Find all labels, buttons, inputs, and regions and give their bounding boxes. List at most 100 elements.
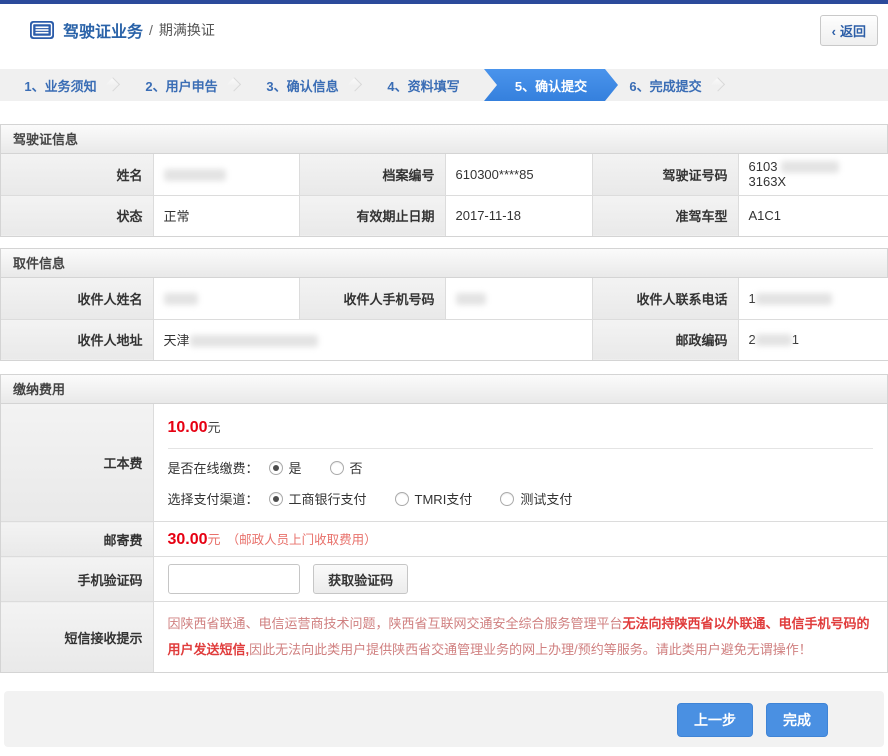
table-row: 收件人地址 天津 邮政编码 21 bbox=[1, 319, 888, 360]
pay-channel-row: 选择支付渠道： 工商银行支付 TMRI支付 测试支付 bbox=[154, 480, 888, 521]
table-row: 状态 正常 有效期止日期 2017-11-18 准驾车型 A1C1 bbox=[1, 195, 888, 236]
license-section-title: 驾驶证信息 bbox=[1, 125, 887, 154]
work-fee-label: 工本费 bbox=[1, 404, 153, 522]
radio-checked-icon[interactable] bbox=[269, 461, 283, 475]
channel-tmri-label: TMRI支付 bbox=[415, 489, 473, 508]
work-fee-unit: 元 bbox=[208, 420, 221, 435]
table-row: 短信接收提示 因陕西省联通、电信运营商技术问题，陕西省互联网交通安全综合服务管理… bbox=[1, 602, 887, 673]
license-info-table: 姓名 档案编号 610300****85 驾驶证号码 6103 3163X 状态… bbox=[1, 154, 888, 236]
captcha-label: 手机验证码 bbox=[1, 557, 153, 602]
redacted-blur bbox=[456, 293, 486, 305]
radio-checked-icon[interactable] bbox=[269, 492, 283, 506]
status-label: 状态 bbox=[1, 195, 153, 236]
license-number-label: 驾驶证号码 bbox=[592, 154, 738, 195]
redacted-blur bbox=[190, 335, 318, 347]
back-chevron-icon: ‹ bbox=[832, 24, 836, 39]
file-number-label: 档案编号 bbox=[299, 154, 445, 195]
channel-test-label: 测试支付 bbox=[520, 489, 572, 508]
step-wizard: 1、业务须知 2、用户申告 3、确认信息 4、资料填写 5、确认提交 6、完成提… bbox=[0, 69, 888, 101]
step-1-business-notice[interactable]: 1、业务须知 bbox=[0, 69, 121, 101]
recipient-mobile-value-redacted bbox=[445, 278, 592, 319]
table-row: 姓名 档案编号 610300****85 驾驶证号码 6103 3163X bbox=[1, 154, 888, 195]
pickup-section-title: 取件信息 bbox=[1, 249, 887, 278]
postage-amount: 30.00 bbox=[168, 531, 208, 548]
pickup-info-section: 取件信息 收件人姓名 收件人手机号码 收件人联系电话 1 收件人地址 天津 邮政… bbox=[0, 248, 888, 361]
fees-table: 工本费 10.00元 是否在线缴费： 是 否 选择支付渠道： 工商银行支付 TM… bbox=[1, 404, 887, 672]
online-pay-yes-option[interactable]: 是 bbox=[269, 458, 302, 477]
redacted-blur bbox=[756, 334, 792, 346]
work-fee-amount: 10.00 bbox=[168, 419, 208, 436]
table-row: 工本费 10.00元 是否在线缴费： 是 否 选择支付渠道： 工商银行支付 TM… bbox=[1, 404, 887, 522]
radio-unchecked-icon[interactable] bbox=[395, 492, 409, 506]
valid-until-label: 有效期止日期 bbox=[299, 195, 445, 236]
step-3-confirm-info[interactable]: 3、确认信息 bbox=[242, 69, 363, 101]
status-value: 正常 bbox=[153, 195, 299, 236]
document-list-icon bbox=[30, 21, 54, 39]
postage-fee-label: 邮寄费 bbox=[1, 522, 153, 557]
postcode-label: 邮政编码 bbox=[592, 319, 738, 360]
channel-icbc-label: 工商银行支付 bbox=[289, 489, 367, 508]
redacted-blur bbox=[756, 293, 832, 305]
redacted-blur bbox=[164, 293, 198, 305]
pickup-info-table: 收件人姓名 收件人手机号码 收件人联系电话 1 收件人地址 天津 邮政编码 21 bbox=[1, 278, 888, 360]
page-header: 驾驶证业务 / 期满换证 ‹ 返回 bbox=[0, 4, 888, 56]
step-5-confirm-submit-active[interactable]: 5、确认提交 bbox=[484, 69, 618, 101]
valid-until-value: 2017-11-18 bbox=[445, 195, 592, 236]
vehicle-class-value: A1C1 bbox=[738, 195, 888, 236]
fees-section: 缴纳费用 工本费 10.00元 是否在线缴费： 是 否 选择支付渠道： bbox=[0, 374, 888, 673]
recipient-address-value: 天津 bbox=[153, 319, 592, 360]
radio-unchecked-icon[interactable] bbox=[500, 492, 514, 506]
recipient-name-label: 收件人姓名 bbox=[1, 278, 153, 319]
online-pay-caption: 是否在线缴费： bbox=[168, 458, 259, 477]
finish-button[interactable]: 完成 bbox=[766, 703, 828, 737]
breadcrumb-current: 期满换证 bbox=[159, 20, 215, 40]
footer-action-bar: 上一步 完成 bbox=[4, 691, 884, 747]
step-2-user-declaration[interactable]: 2、用户申告 bbox=[121, 69, 242, 101]
online-pay-no-label: 否 bbox=[350, 458, 363, 477]
name-label: 姓名 bbox=[1, 154, 153, 195]
page-title[interactable]: 驾驶证业务 bbox=[63, 18, 143, 42]
work-fee-cell: 10.00元 是否在线缴费： 是 否 选择支付渠道： 工商银行支付 TMRI支付… bbox=[153, 404, 887, 522]
sms-notice-cell: 因陕西省联通、电信运营商技术问题，陕西省互联网交通安全综合服务管理平台无法向持陕… bbox=[153, 602, 887, 673]
step-6-finish-submit[interactable]: 6、完成提交 bbox=[605, 69, 726, 101]
work-fee-amount-line: 10.00元 bbox=[154, 404, 888, 448]
table-row: 收件人姓名 收件人手机号码 收件人联系电话 1 bbox=[1, 278, 888, 319]
table-row: 邮寄费 30.00元 （邮政人员上门收取费用） bbox=[1, 522, 887, 557]
radio-unchecked-icon[interactable] bbox=[330, 461, 344, 475]
captcha-input[interactable] bbox=[168, 564, 300, 594]
redacted-blur bbox=[781, 161, 839, 173]
recipient-address-label: 收件人地址 bbox=[1, 319, 153, 360]
online-pay-no-option[interactable]: 否 bbox=[330, 458, 363, 477]
license-info-section: 驾驶证信息 姓名 档案编号 610300****85 驾驶证号码 6103 31… bbox=[0, 124, 888, 237]
name-value-redacted bbox=[153, 154, 299, 195]
breadcrumb-separator: / bbox=[149, 22, 153, 38]
postage-unit: 元 bbox=[208, 532, 221, 547]
postage-note: （邮政人员上门收取费用） bbox=[227, 533, 377, 547]
online-pay-yes-label: 是 bbox=[289, 458, 302, 477]
step-4-fill-data[interactable]: 4、资料填写 bbox=[363, 69, 484, 101]
file-number-value: 610300****85 bbox=[445, 154, 592, 195]
channel-test-option[interactable]: 测试支付 bbox=[500, 489, 572, 508]
channel-tmri-option[interactable]: TMRI支付 bbox=[395, 489, 473, 508]
sms-notice-text: 因陕西省联通、电信运营商技术问题，陕西省互联网交通安全综合服务管理平台无法向持陕… bbox=[168, 611, 874, 663]
get-captcha-button[interactable]: 获取验证码 bbox=[313, 564, 408, 594]
captcha-cell: 获取验证码 bbox=[153, 557, 887, 602]
back-button[interactable]: ‹ 返回 bbox=[820, 15, 878, 46]
sms-text-pre: 因陕西省联通、电信运营商技术问题，陕西省互联网交通安全综合服务管理平台 bbox=[168, 616, 623, 631]
wizard-filler bbox=[726, 69, 888, 101]
online-pay-row: 是否在线缴费： 是 否 bbox=[154, 449, 888, 480]
pay-channel-caption: 选择支付渠道： bbox=[168, 489, 259, 508]
sms-text-post: 因此无法向此类用户提供陕西省交通管理业务的网上办理/预约等服务。请此类用户避免无… bbox=[249, 642, 812, 657]
back-button-label: 返回 bbox=[840, 24, 866, 39]
recipient-mobile-label: 收件人手机号码 bbox=[299, 278, 445, 319]
fees-section-title: 缴纳费用 bbox=[1, 375, 887, 404]
previous-step-button[interactable]: 上一步 bbox=[677, 703, 753, 737]
postcode-value: 21 bbox=[738, 319, 888, 360]
recipient-phone-value: 1 bbox=[738, 278, 888, 319]
sms-notice-label: 短信接收提示 bbox=[1, 602, 153, 673]
vehicle-class-label: 准驾车型 bbox=[592, 195, 738, 236]
recipient-name-value-redacted bbox=[153, 278, 299, 319]
channel-icbc-option[interactable]: 工商银行支付 bbox=[269, 489, 367, 508]
recipient-phone-label: 收件人联系电话 bbox=[592, 278, 738, 319]
table-row: 手机验证码 获取验证码 bbox=[1, 557, 887, 602]
